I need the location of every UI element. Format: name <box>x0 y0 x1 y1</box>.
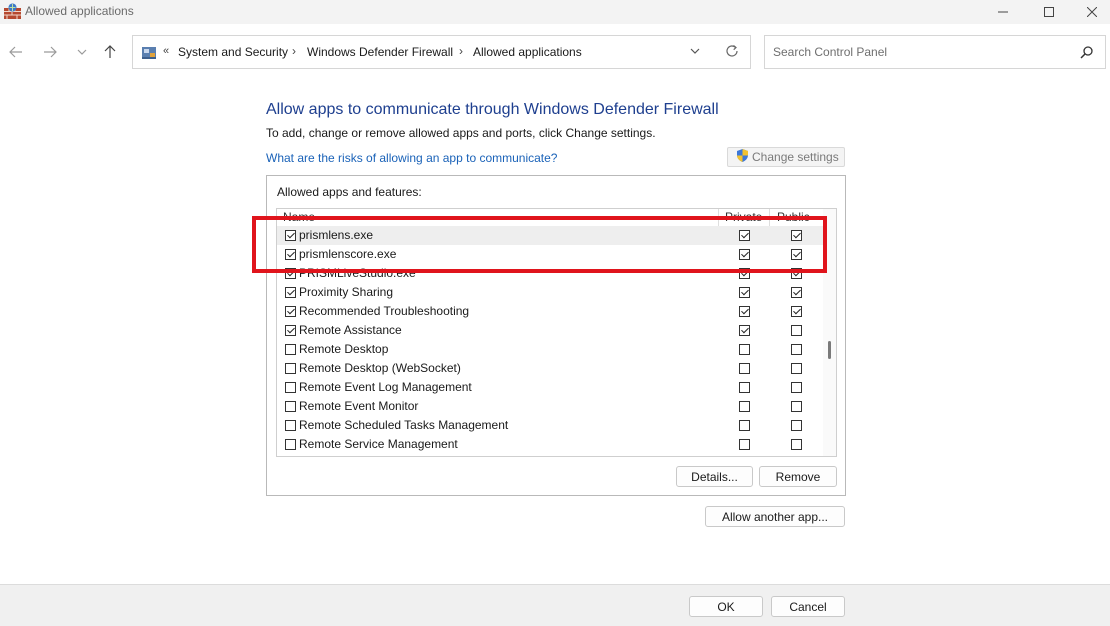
search-box[interactable] <box>764 35 1106 69</box>
app-enabled-checkbox[interactable] <box>285 287 296 298</box>
breadcrumb-separator[interactable]: › <box>459 44 463 58</box>
private-checkbox[interactable] <box>739 401 750 412</box>
group-label: Allowed apps and features: <box>277 185 422 199</box>
refresh-icon <box>726 45 738 57</box>
private-checkbox[interactable] <box>739 439 750 450</box>
app-name: Remote Event Monitor <box>299 399 419 413</box>
search-input[interactable] <box>773 44 1073 60</box>
public-checkbox[interactable] <box>791 401 802 412</box>
app-enabled-checkbox[interactable] <box>285 439 296 450</box>
app-name: Proximity Sharing <box>299 285 394 299</box>
scrollbar-thumb[interactable] <box>828 341 831 359</box>
breadcrumb-firewall[interactable]: Windows Defender Firewall <box>307 45 453 59</box>
firewall-icon <box>4 3 21 19</box>
up-button[interactable] <box>98 40 122 64</box>
back-button[interactable] <box>4 40 28 64</box>
breadcrumb-system-security[interactable]: System and Security <box>178 45 288 59</box>
private-checkbox[interactable] <box>739 382 750 393</box>
table-row[interactable]: Remote Scheduled Tasks Management <box>277 416 823 435</box>
table-row[interactable]: Remote Service Management <box>277 435 823 454</box>
maximize-icon <box>1044 7 1054 17</box>
breadcrumb-allowed-apps[interactable]: Allowed applications <box>473 45 582 59</box>
search-icon[interactable] <box>1080 45 1094 62</box>
forward-button[interactable] <box>38 40 62 64</box>
remove-button[interactable]: Remove <box>759 466 837 487</box>
public-checkbox[interactable] <box>791 439 802 450</box>
refresh-button[interactable] <box>725 44 739 61</box>
cancel-button[interactable]: Cancel <box>771 596 845 617</box>
risks-link[interactable]: What are the risks of allowing an app to… <box>266 151 557 165</box>
uac-shield-icon <box>735 148 750 166</box>
chevron-down-icon <box>77 49 87 55</box>
app-name: Remote Event Log Management <box>299 380 472 394</box>
table-row[interactable]: Remote Event Monitor <box>277 397 823 416</box>
public-checkbox[interactable] <box>791 363 802 374</box>
footer-bar: OK Cancel <box>0 584 1110 626</box>
app-name: Remote Desktop <box>299 342 389 356</box>
app-enabled-checkbox[interactable] <box>285 306 296 317</box>
page-title: Allow apps to communicate through Window… <box>266 101 719 118</box>
private-checkbox[interactable] <box>739 287 750 298</box>
app-name: Remote Desktop (WebSocket) <box>299 361 461 375</box>
change-settings-label: Change settings <box>752 150 839 164</box>
public-checkbox[interactable] <box>791 306 802 317</box>
app-name: Remote Service Management <box>299 437 458 451</box>
app-enabled-checkbox[interactable] <box>285 325 296 336</box>
app-name: Remote Scheduled Tasks Management <box>299 418 509 432</box>
chevron-down-icon <box>690 48 700 54</box>
control-panel-icon <box>141 44 157 60</box>
private-checkbox[interactable] <box>739 325 750 336</box>
allow-another-app-button[interactable]: Allow another app... <box>705 506 845 527</box>
table-row[interactable]: Remote Event Log Management <box>277 378 823 397</box>
page-subtitle: To add, change or remove allowed apps an… <box>266 126 656 140</box>
app-enabled-checkbox[interactable] <box>285 382 296 393</box>
private-checkbox[interactable] <box>739 420 750 431</box>
app-enabled-checkbox[interactable] <box>285 420 296 431</box>
public-checkbox[interactable] <box>791 420 802 431</box>
private-checkbox[interactable] <box>739 306 750 317</box>
public-checkbox[interactable] <box>791 325 802 336</box>
arrow-left-icon <box>9 46 22 58</box>
arrow-right-icon <box>44 46 57 58</box>
address-dropdown-button[interactable] <box>689 45 701 60</box>
public-checkbox[interactable] <box>791 287 802 298</box>
public-checkbox[interactable] <box>791 382 802 393</box>
recent-locations-button[interactable] <box>70 40 94 64</box>
private-checkbox[interactable] <box>739 363 750 374</box>
table-row[interactable]: Remote Desktop <box>277 340 823 359</box>
table-row[interactable]: Recommended Troubleshooting <box>277 302 823 321</box>
arrow-up-icon <box>104 45 116 58</box>
table-row[interactable]: Proximity Sharing <box>277 283 823 302</box>
table-row[interactable]: Remote Desktop (WebSocket) <box>277 359 823 378</box>
maximize-button[interactable] <box>1027 0 1071 24</box>
minimize-icon <box>998 11 1008 13</box>
address-bar[interactable]: « System and Security › Windows Defender… <box>132 35 751 69</box>
table-row[interactable]: Remote Assistance <box>277 321 823 340</box>
title-bar: Allowed applications <box>0 0 1110 24</box>
change-settings-button[interactable]: Change settings <box>727 147 845 167</box>
address-prefix: « <box>163 45 170 57</box>
private-checkbox[interactable] <box>739 344 750 355</box>
ok-button[interactable]: OK <box>689 596 763 617</box>
details-button[interactable]: Details... <box>676 466 753 487</box>
app-enabled-checkbox[interactable] <box>285 344 296 355</box>
breadcrumb-separator[interactable]: › <box>292 44 296 58</box>
close-button[interactable] <box>1070 0 1110 24</box>
public-checkbox[interactable] <box>791 344 802 355</box>
app-enabled-checkbox[interactable] <box>285 401 296 412</box>
app-enabled-checkbox[interactable] <box>285 363 296 374</box>
app-name: Remote Assistance <box>299 323 402 337</box>
highlight-box <box>252 216 827 273</box>
minimize-button[interactable] <box>981 0 1025 24</box>
close-icon <box>1087 7 1097 17</box>
app-name: Recommended Troubleshooting <box>299 304 470 318</box>
window-title: Allowed applications <box>25 4 134 18</box>
